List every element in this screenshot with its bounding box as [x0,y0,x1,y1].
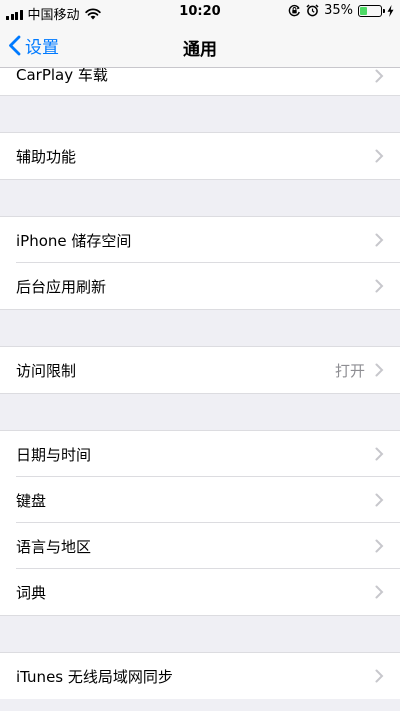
status-bar: 中国移动 10:20 35% [0,0,400,24]
settings-general-screen: 中国移动 10:20 35% 设置 通用 CarPlay 车载 辅助功能 iPh… [0,0,400,711]
chevron-right-icon [375,69,384,83]
settings-item-label: iTunes 无线局域网同步 [16,667,173,686]
settings-item-label: CarPlay 车载 [16,68,108,84]
chevron-right-icon [375,493,384,507]
settings-item-label: 语言与地区 [16,537,92,556]
alarm-icon [306,4,319,17]
settings-item-label: 后台应用刷新 [16,277,107,296]
settings-item-dictionary[interactable]: 词典 [0,569,400,615]
settings-item-accessibility[interactable]: 辅助功能 [0,133,400,179]
settings-item-label: iPhone 储存空间 [16,231,132,250]
settings-item-background-refresh[interactable]: 后台应用刷新 [0,263,400,309]
settings-item-restrictions[interactable]: 访问限制 打开 [0,347,400,393]
settings-item-value: 打开 [334,361,365,380]
chevron-right-icon [375,539,384,553]
settings-item-iphone-storage[interactable]: iPhone 储存空间 [0,217,400,263]
chevron-right-icon [375,447,384,461]
settings-item-label: 键盘 [16,491,47,510]
chevron-right-icon [375,149,384,163]
settings-item-label: 日期与时间 [16,445,92,464]
battery-level [360,6,367,15]
navigation-bar: 设置 通用 [0,24,400,68]
chevron-right-icon [375,669,384,683]
section-separator [0,95,400,133]
settings-list: CarPlay 车载 辅助功能 iPhone 储存空间 后台应用刷新 访问限制 … [0,68,400,699]
section-separator [0,615,400,653]
settings-item-carplay[interactable]: CarPlay 车载 [0,68,400,95]
settings-item-label: 访问限制 [16,361,77,380]
chevron-right-icon [375,363,384,377]
charging-icon [387,4,394,17]
settings-item-language-region[interactable]: 语言与地区 [0,523,400,569]
settings-item-label: 词典 [16,583,47,602]
chevron-right-icon [375,585,384,599]
settings-item-itunes-wifi-sync[interactable]: iTunes 无线局域网同步 [0,653,400,699]
section-separator [0,309,400,347]
settings-item-date-time[interactable]: 日期与时间 [0,431,400,477]
battery-icon [358,4,385,17]
chevron-right-icon [375,233,384,247]
orientation-lock-icon [288,4,300,17]
settings-item-label: 辅助功能 [16,147,77,166]
settings-item-keyboard[interactable]: 键盘 [0,477,400,523]
status-bar-right: 35% [288,3,394,18]
chevron-right-icon [375,279,384,293]
section-separator [0,393,400,431]
page-title: 通用 [183,40,217,60]
battery-percent: 35% [324,3,353,18]
section-separator [0,179,400,217]
